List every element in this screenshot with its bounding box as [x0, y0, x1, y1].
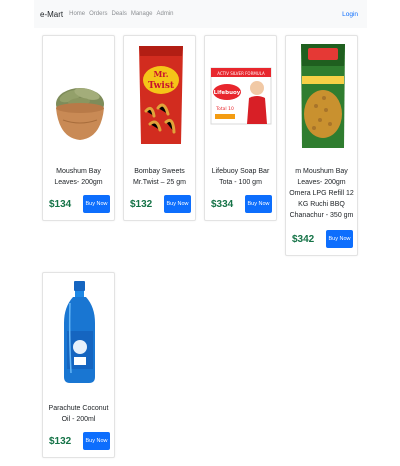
product-price: $342	[292, 234, 315, 245]
svg-text:Total 10: Total 10	[215, 106, 234, 112]
product-price: $132	[49, 436, 72, 447]
navbar: e-Mart Home Orders Deals Manage Admin Lo…	[34, 0, 367, 28]
nav-link-orders[interactable]: Orders	[89, 11, 107, 17]
product-price: $132	[130, 199, 153, 210]
nav-link-home[interactable]: Home	[69, 11, 85, 17]
product-name: m Moushum Bay Leaves- 200gm Omera LPG Re…	[289, 168, 354, 219]
buy-now-button[interactable]: Buy Now	[164, 195, 191, 213]
product-name: Parachute Coconut Oil - 200ml	[48, 405, 109, 423]
product-price: $134	[49, 199, 72, 210]
buy-now-button[interactable]: Buy Now	[245, 195, 272, 213]
nav-link-deals[interactable]: Deals	[111, 11, 126, 17]
buy-now-button[interactable]: Buy Now	[326, 230, 353, 248]
product-card: ACTIV SILVER FORMULA Lifebuoy Total 10 L…	[204, 35, 277, 221]
buy-now-button[interactable]: Buy Now	[83, 432, 110, 450]
product-card: Moushum Bay Leaves- 200gm $134 Buy Now	[42, 35, 115, 221]
nav-link-admin[interactable]: Admin	[157, 11, 174, 17]
product-name: Lifebuoy Soap Bar Tota - 100 gm	[211, 168, 270, 186]
nav-link-manage[interactable]: Manage	[131, 11, 153, 17]
product-image-bay-leaves[interactable]	[43, 36, 114, 154]
login-link[interactable]: Login	[342, 11, 358, 18]
product-image-chanachur[interactable]	[286, 36, 357, 154]
product-card: m Moushum Bay Leaves- 200gm Omera LPG Re…	[285, 35, 358, 256]
svg-text:Twist: Twist	[148, 81, 175, 91]
product-image-lifebuoy[interactable]: ACTIV SILVER FORMULA Lifebuoy Total 10	[205, 36, 276, 154]
svg-text:Mr.: Mr.	[153, 69, 168, 79]
product-image-parachute[interactable]	[43, 273, 114, 391]
product-card: Parachute Coconut Oil - 200ml $132 Buy N…	[42, 272, 115, 458]
product-card: Mr. Twist Bombay Sweets Mr.Twist – 25 gm…	[123, 35, 196, 221]
brand-logo[interactable]: e-Mart	[40, 10, 63, 19]
product-image-mr-twist[interactable]: Mr. Twist	[124, 36, 195, 154]
product-name: Bombay Sweets Mr.Twist – 25 gm	[133, 168, 186, 186]
product-price: $334	[211, 199, 234, 210]
buy-now-button[interactable]: Buy Now	[83, 195, 110, 213]
svg-text:ACTIV SILVER FORMULA: ACTIV SILVER FORMULA	[217, 71, 265, 76]
svg-text:Lifebuoy: Lifebuoy	[214, 90, 241, 96]
product-name: Moushum Bay Leaves- 200gm	[54, 168, 103, 186]
